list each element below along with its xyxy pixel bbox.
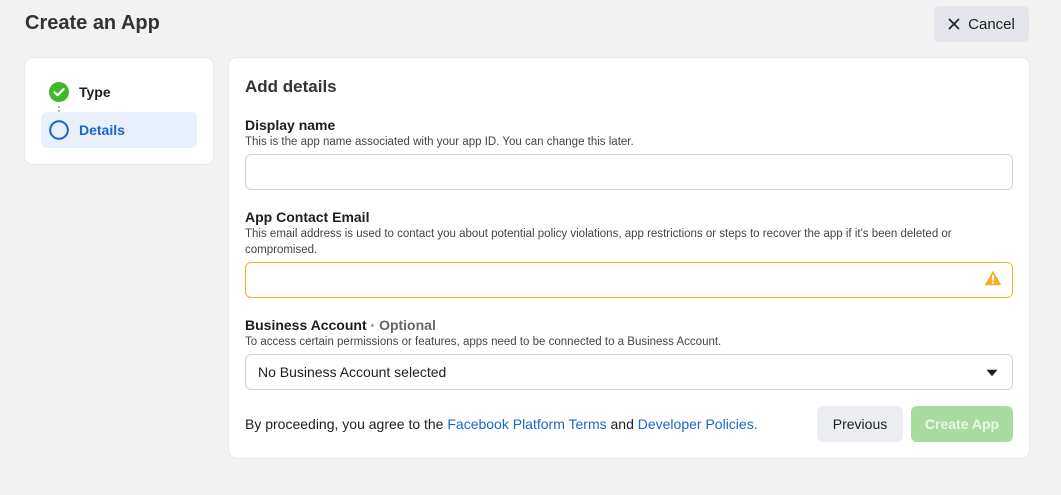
platform-terms-link[interactable]: Facebook Platform Terms [447,416,606,432]
terms-notice: By proceeding, you agree to the Facebook… [245,416,758,432]
page-title: Create an App [25,12,160,34]
section-title: Add details [245,77,337,96]
warning-icon [984,270,1002,286]
display-name-label: Display name [245,117,336,133]
step-type[interactable]: Type [41,74,197,110]
caret-down-icon [986,369,998,377]
step-details[interactable]: Details [41,112,197,148]
close-icon [948,18,960,30]
previous-button[interactable]: Previous [817,406,903,442]
terms-prefix: By proceeding, you agree to the [245,416,448,432]
contact-email-input[interactable] [245,262,1013,298]
terms-middle: and [606,416,638,432]
optional-tag: · Optional [370,317,436,333]
developer-policies-link[interactable]: Developer Policies. [638,416,758,432]
business-account-help: To access certain permissions or feature… [245,336,722,348]
display-name-input[interactable] [245,154,1013,190]
cancel-label: Cancel [968,15,1015,33]
business-account-label: Business Account · Optional [245,317,436,333]
contact-email-label: App Contact Email [245,209,370,225]
steps-panel: Type Details [25,58,213,164]
check-circle-icon [49,82,69,102]
business-account-select[interactable]: No Business Account selected [245,354,1013,390]
cancel-button[interactable]: Cancel [934,6,1029,42]
business-account-label-text: Business Account [245,317,367,333]
step-type-label: Type [79,84,111,100]
contact-email-help: This email address is used to contact yo… [245,228,952,256]
business-account-selected: No Business Account selected [258,364,447,380]
create-app-button[interactable]: Create App [911,406,1013,442]
details-form: Add details Display name This is the app… [229,58,1029,458]
display-name-help: This is the app name associated with you… [245,136,634,148]
step-details-label: Details [79,122,125,138]
circle-outline-icon [49,120,69,140]
